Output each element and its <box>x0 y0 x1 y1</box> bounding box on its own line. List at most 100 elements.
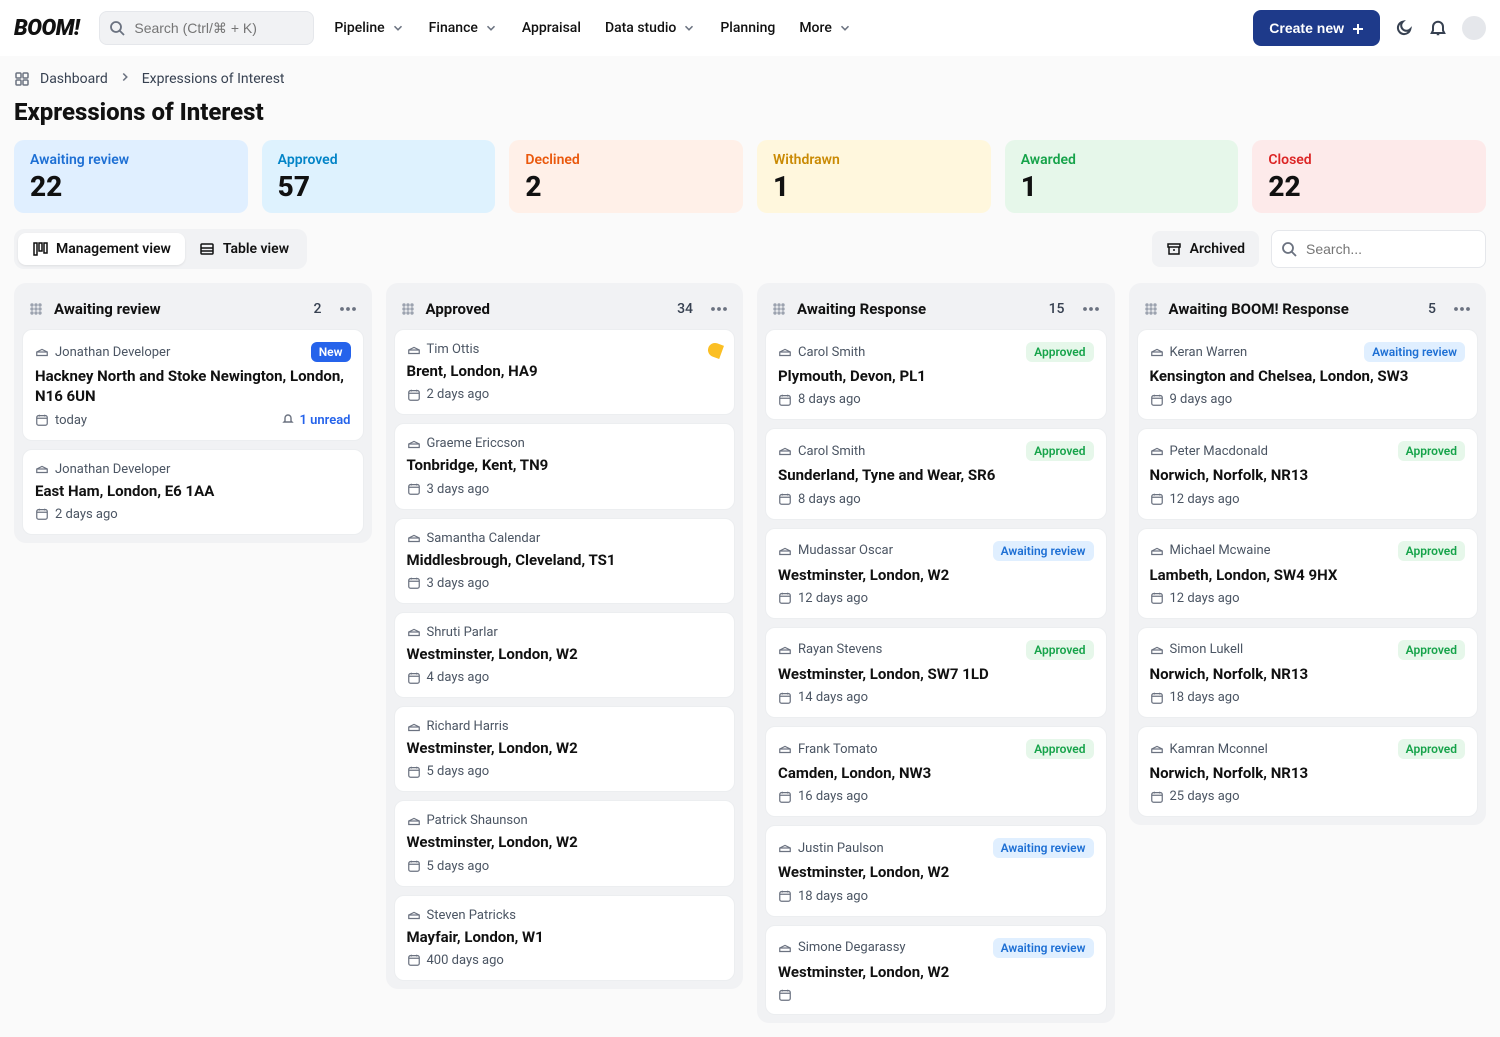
card-date: 3 days ago <box>427 482 490 497</box>
card-person: Simon Lukell <box>1170 642 1392 657</box>
nav-more[interactable]: More <box>799 20 852 36</box>
status-badge: Approved <box>1026 739 1093 759</box>
breadcrumb-root[interactable]: Dashboard <box>40 71 108 87</box>
board-card[interactable]: Michael McwaineApproved Lambeth, London,… <box>1137 528 1479 619</box>
tile-label: Closed <box>1268 152 1470 168</box>
archived-button[interactable]: Archived <box>1152 231 1259 267</box>
more-icon[interactable] <box>709 299 729 319</box>
create-new-button[interactable]: Create new <box>1253 10 1380 46</box>
management-view-button[interactable]: Management view <box>18 233 185 265</box>
card-location: East Ham, London, E6 1AA <box>35 481 351 501</box>
card-person: Patrick Shaunson <box>427 813 723 828</box>
board-card[interactable]: Samantha Calendar Middlesbrough, Clevela… <box>394 518 736 604</box>
theme-toggle-icon[interactable] <box>1394 18 1414 38</box>
board-card[interactable]: Justin PaulsonAwaiting review Westminste… <box>765 825 1107 916</box>
chevron-down-icon <box>838 21 852 35</box>
grip-icon[interactable] <box>1143 301 1159 317</box>
tile-awaiting-review[interactable]: Awaiting review 22 <box>14 140 248 213</box>
nav-planning[interactable]: Planning <box>720 20 775 36</box>
board-card[interactable]: Steven Patricks Mayfair, London, W1 400 … <box>394 895 736 981</box>
card-date: 5 days ago <box>427 859 490 874</box>
tile-value: 2 <box>525 170 727 203</box>
status-badge: Approved <box>1026 342 1093 362</box>
card-location: Westminster, London, W2 <box>778 862 1094 882</box>
tile-withdrawn[interactable]: Withdrawn 1 <box>757 140 991 213</box>
avatar[interactable] <box>1462 16 1486 40</box>
board-card[interactable]: Shruti Parlar Westminster, London, W2 4 … <box>394 612 736 698</box>
board-card[interactable]: Jonathan Developer East Ham, London, E6 … <box>22 449 364 535</box>
card-date: 25 days ago <box>1170 789 1240 804</box>
card-location: Brent, London, HA9 <box>407 361 723 381</box>
board-card[interactable]: Carol SmithApproved Sunderland, Tyne and… <box>765 428 1107 519</box>
card-date: 14 days ago <box>798 690 868 705</box>
card-person: Simone Degarassy <box>798 940 987 955</box>
status-badge: Approved <box>1398 640 1465 660</box>
calendar-icon <box>407 671 421 685</box>
status-badge: Approved <box>1026 441 1093 461</box>
more-icon[interactable] <box>338 299 358 319</box>
grip-icon[interactable] <box>771 301 787 317</box>
nav-data-studio[interactable]: Data studio <box>605 20 696 36</box>
board-card[interactable]: Patrick Shaunson Westminster, London, W2… <box>394 800 736 886</box>
nav-label: Data studio <box>605 20 676 36</box>
nav-label: Pipeline <box>334 20 384 36</box>
notifications-icon[interactable] <box>1428 18 1448 38</box>
kanban-icon <box>32 241 48 257</box>
calendar-icon <box>407 388 421 402</box>
board-card[interactable]: Peter MacdonaldApproved Norwich, Norfolk… <box>1137 428 1479 519</box>
board-card[interactable]: Rayan StevensApproved Westminster, Londo… <box>765 627 1107 718</box>
board-card[interactable]: Richard Harris Westminster, London, W2 5… <box>394 706 736 792</box>
board-card[interactable]: Mudassar OscarAwaiting review Westminste… <box>765 528 1107 619</box>
board-column: Awaiting BOOM! Response 5 Keran WarrenAw… <box>1129 283 1487 825</box>
moon-icon <box>706 341 724 359</box>
tile-declined[interactable]: Declined 2 <box>509 140 743 213</box>
card-date: 2 days ago <box>427 387 490 402</box>
calendar-icon <box>407 765 421 779</box>
unread-indicator[interactable]: 1 unread <box>281 413 350 428</box>
status-badge: Awaiting review <box>1364 342 1465 362</box>
nav-pipeline[interactable]: Pipeline <box>334 20 404 36</box>
building-icon <box>1150 544 1164 558</box>
card-date: 8 days ago <box>798 392 861 407</box>
board-column: Awaiting Response 15 Carol SmithApproved… <box>757 283 1115 1023</box>
global-search-input[interactable] <box>99 11 314 45</box>
board-card[interactable]: Carol SmithApproved Plymouth, Devon, PL1… <box>765 329 1107 420</box>
board-card[interactable]: Frank TomatoApproved Camden, London, NW3… <box>765 726 1107 817</box>
logo: BOOM! <box>14 16 79 41</box>
calendar-icon <box>778 393 792 407</box>
card-location: Hackney North and Stoke Newington, Londo… <box>35 366 351 407</box>
more-icon[interactable] <box>1452 299 1472 319</box>
building-icon <box>778 345 792 359</box>
board-card[interactable]: Tim Ottis Brent, London, HA9 2 days ago <box>394 329 736 415</box>
board-card[interactable]: Jonathan DeveloperNew Hackney North and … <box>22 329 364 441</box>
column-title: Awaiting BOOM! Response <box>1169 300 1419 318</box>
grip-icon[interactable] <box>400 301 416 317</box>
card-person: Frank Tomato <box>798 742 1020 757</box>
card-person: Rayan Stevens <box>798 642 1020 657</box>
calendar-icon <box>778 988 792 1002</box>
grip-icon[interactable] <box>28 301 44 317</box>
status-badge: Awaiting review <box>993 541 1094 561</box>
tile-closed[interactable]: Closed 22 <box>1252 140 1486 213</box>
card-person: Peter Macdonald <box>1170 444 1392 459</box>
status-badge: Approved <box>1026 640 1093 660</box>
tile-approved[interactable]: Approved 57 <box>262 140 496 213</box>
board-card[interactable]: Keran WarrenAwaiting review Kensington a… <box>1137 329 1479 420</box>
more-icon[interactable] <box>1081 299 1101 319</box>
board-search-input[interactable] <box>1271 230 1486 268</box>
board-card[interactable]: Simone DegarassyAwaiting review Westmins… <box>765 925 1107 1015</box>
column-title: Awaiting Response <box>797 300 1039 318</box>
nav-appraisal[interactable]: Appraisal <box>522 20 581 36</box>
column-count: 5 <box>1428 301 1436 317</box>
table-view-button[interactable]: Table view <box>185 233 303 265</box>
card-person: Carol Smith <box>798 345 1020 360</box>
calendar-icon <box>1150 393 1164 407</box>
board-card[interactable]: Graeme Ericcson Tonbridge, Kent, TN9 3 d… <box>394 423 736 509</box>
nav-finance[interactable]: Finance <box>429 20 498 36</box>
board-card[interactable]: Simon LukellApproved Norwich, Norfolk, N… <box>1137 627 1479 718</box>
board-card[interactable]: Kamran MconnelApproved Norwich, Norfolk,… <box>1137 726 1479 817</box>
tile-awarded[interactable]: Awarded 1 <box>1005 140 1239 213</box>
building-icon <box>407 814 421 828</box>
building-icon <box>407 625 421 639</box>
card-date: 12 days ago <box>798 591 868 606</box>
